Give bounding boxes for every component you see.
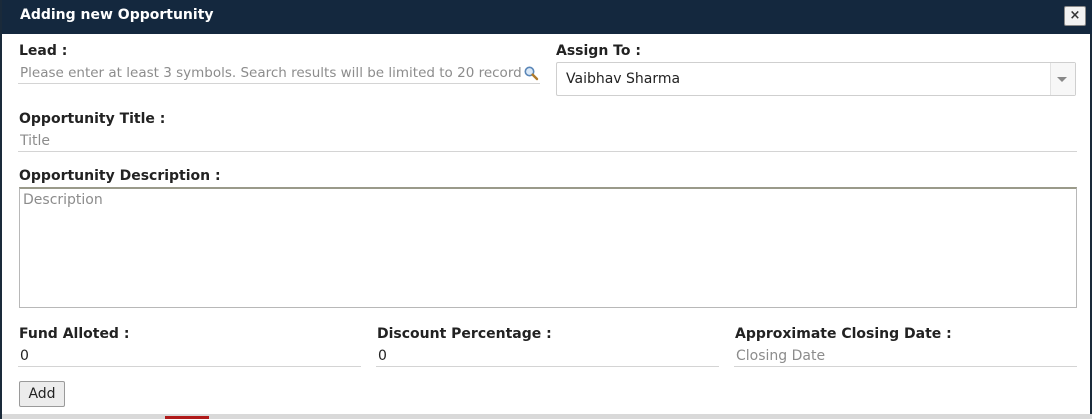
close-button[interactable]: × xyxy=(1064,6,1086,26)
opportunity-description-textarea[interactable] xyxy=(19,187,1077,308)
lead-label: Lead : xyxy=(19,43,68,59)
add-button[interactable]: Add xyxy=(19,381,65,407)
assign-to-dropdown-toggle[interactable] xyxy=(1050,63,1075,95)
close-icon: × xyxy=(1069,8,1081,23)
assign-to-select[interactable]: Vaibhav Sharma xyxy=(556,62,1076,96)
add-opportunity-dialog: Adding new Opportunity × Lead : Assign T… xyxy=(0,0,1092,419)
dialog-titlebar: Adding new Opportunity × xyxy=(2,0,1092,34)
opportunity-title-label: Opportunity Title : xyxy=(19,111,166,127)
closing-date-label: Approximate Closing Date : xyxy=(735,326,952,342)
fund-alloted-input[interactable] xyxy=(18,345,361,367)
closing-date-input[interactable] xyxy=(734,345,1077,367)
discount-percentage-input[interactable] xyxy=(376,345,719,367)
discount-percentage-label: Discount Percentage : xyxy=(377,326,552,342)
chevron-down-icon xyxy=(1057,77,1067,82)
dialog-title: Adding new Opportunity xyxy=(20,7,214,23)
opportunity-description-label: Opportunity Description : xyxy=(19,168,221,184)
search-icon[interactable] xyxy=(523,65,539,81)
opportunity-title-input[interactable] xyxy=(18,130,1077,152)
assign-to-selected-value: Vaibhav Sharma xyxy=(566,71,681,87)
fund-alloted-label: Fund Alloted : xyxy=(19,326,130,342)
assign-to-label: Assign To : xyxy=(556,43,641,59)
background-page-edge xyxy=(2,414,1092,419)
lead-search-input[interactable] xyxy=(18,62,540,84)
